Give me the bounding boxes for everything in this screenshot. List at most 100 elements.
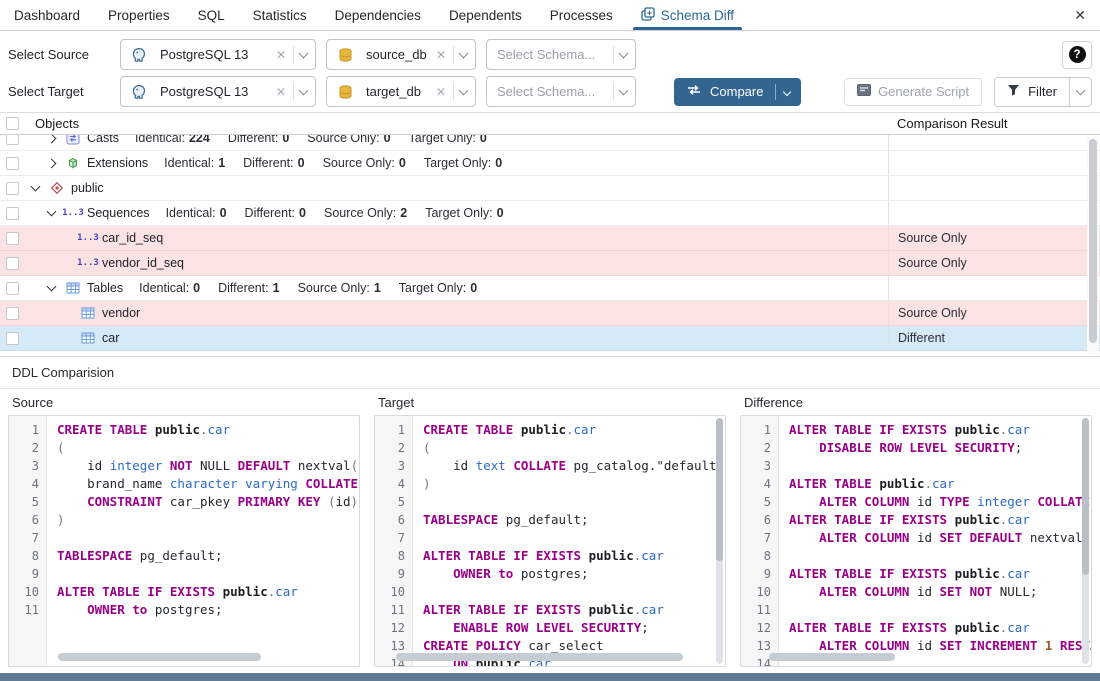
stat-different: Different:0 (243, 156, 304, 170)
scrollbar-thumb[interactable] (1089, 139, 1097, 343)
collapse-chevron-icon[interactable] (31, 182, 41, 192)
tab-properties[interactable]: Properties (94, 0, 184, 30)
generate-script-button[interactable]: Generate Script (844, 78, 982, 106)
comparison-result-cell (888, 276, 1086, 300)
filter-button[interactable]: Filter (995, 78, 1069, 106)
line-number-gutter: 1234567891011121314 (741, 416, 779, 666)
tab-dependents[interactable]: Dependents (435, 0, 536, 30)
filter-label: Filter (1028, 84, 1057, 99)
object-label: car_id_seq (102, 231, 163, 245)
table-row-Casts[interactable]: CastsIdentical:224Different:0Source Only… (0, 135, 1100, 151)
ddl-source-editor[interactable]: 1234567891011CREATE TABLE public.car( id… (8, 415, 360, 667)
table-row-vendor_id_seq[interactable]: 1..3vendor_id_seqSource Only (0, 251, 1100, 276)
source-database-select[interactable]: source_db ✕ (326, 39, 476, 70)
tab-schema-diff[interactable]: Schema Diff (627, 0, 748, 30)
clear-icon[interactable]: ✕ (271, 48, 291, 62)
clear-icon[interactable]: ✕ (431, 85, 451, 99)
tab-sql[interactable]: SQL (184, 0, 239, 30)
chevron-down-icon[interactable] (619, 48, 629, 58)
object-label: vendor_id_seq (102, 256, 184, 270)
horizontal-scrollbar[interactable] (769, 653, 895, 661)
comparison-stats: Identical:0Different:0Source Only:2Targe… (166, 206, 504, 220)
target-server-select[interactable]: PostgreSQL 13 ✕ (120, 76, 316, 107)
ddl-difference-editor[interactable]: 1234567891011121314ALTER TABLE IF EXISTS… (740, 415, 1092, 667)
row-checkbox[interactable] (6, 282, 19, 295)
row-checkbox[interactable] (6, 232, 19, 245)
comparison-results-table: Objects Comparison Result CastsIdentical… (0, 113, 1100, 357)
ddl-target-editor[interactable]: 1234567891011121314CREATE TABLE public.c… (374, 415, 726, 667)
row-checkbox[interactable] (6, 257, 19, 270)
table-row-Sequences[interactable]: 1..3SequencesIdentical:0Different:0Sourc… (0, 201, 1100, 226)
vertical-scrollbar[interactable] (1082, 418, 1089, 664)
sql-code: ALTER TABLE IF EXISTS public.car DISABLE… (779, 416, 1091, 666)
target-database-select[interactable]: target_db ✕ (326, 76, 476, 107)
row-checkbox[interactable] (6, 332, 19, 345)
divider (293, 46, 294, 63)
table-icon (80, 331, 96, 345)
stat-source-only: Source Only:0 (307, 135, 390, 145)
tables-icon (65, 281, 81, 295)
divider (775, 84, 776, 100)
row-checkbox[interactable] (6, 135, 19, 145)
collapse-chevron-icon[interactable] (47, 207, 57, 217)
chevron-down-icon[interactable] (459, 85, 469, 95)
tab-label: Processes (550, 8, 613, 23)
difference-pane-label: Difference (740, 395, 1092, 410)
expand-chevron-icon[interactable] (47, 135, 57, 143)
source-schema-select[interactable]: Select Schema... (486, 39, 636, 70)
generate-script-label: Generate Script (878, 84, 969, 99)
source-schema-placeholder: Select Schema... (497, 47, 595, 62)
help-icon: ? (1069, 46, 1086, 63)
table-icon (80, 306, 96, 320)
help-button[interactable]: ? (1062, 41, 1092, 69)
tab-dependencies[interactable]: Dependencies (321, 0, 435, 30)
chevron-down-icon[interactable] (619, 85, 629, 95)
table-row-car_id_seq[interactable]: 1..3car_id_seqSource Only (0, 226, 1100, 251)
tab-statistics[interactable]: Statistics (239, 0, 321, 30)
row-checkbox[interactable] (6, 182, 19, 195)
sql-code: CREATE TABLE public.car( id text COLLATE… (413, 416, 725, 666)
source-server-select[interactable]: PostgreSQL 13 ✕ (120, 39, 316, 70)
table-row-car[interactable]: carDifferent (0, 326, 1100, 351)
casts-icon (65, 135, 81, 145)
select-all-checkbox[interactable] (6, 117, 19, 130)
horizontal-scrollbar[interactable] (396, 653, 683, 661)
tab-dashboard[interactable]: Dashboard (0, 0, 94, 30)
expand-chevron-icon[interactable] (47, 158, 57, 168)
schema-diff-icon (641, 7, 655, 24)
tab-processes[interactable]: Processes (536, 0, 627, 30)
clear-icon[interactable]: ✕ (271, 85, 291, 99)
comparison-result-cell: Source Only (888, 251, 1086, 275)
compare-button[interactable]: Compare (674, 78, 801, 106)
table-row-Extensions[interactable]: ExtensionsIdentical:1Different:0Source O… (0, 151, 1100, 176)
horizontal-scrollbar[interactable] (58, 653, 261, 661)
scrollbar-thumb[interactable] (1082, 418, 1089, 575)
clear-icon[interactable]: ✕ (431, 48, 451, 62)
row-checkbox[interactable] (6, 307, 19, 320)
table-row-public[interactable]: public (0, 176, 1100, 201)
collapse-chevron-icon[interactable] (47, 282, 57, 292)
close-icon[interactable]: ✕ (1060, 0, 1100, 30)
schema-diff-panel: Dashboard Properties SQL Statistics Depe… (0, 0, 1100, 681)
sql-code: CREATE TABLE public.car( id integer NOT … (47, 416, 359, 666)
ddl-panes: 1234567891011CREATE TABLE public.car( id… (0, 415, 1100, 673)
stat-target-only: Target Only:0 (399, 281, 477, 295)
filter-dropdown-button[interactable] (1069, 78, 1091, 106)
divider (613, 46, 614, 63)
chevron-down-icon[interactable] (299, 48, 309, 58)
divider (293, 83, 294, 100)
row-checkbox[interactable] (6, 157, 19, 170)
target-schema-select[interactable]: Select Schema... (486, 76, 636, 107)
vertical-scrollbar[interactable] (1087, 137, 1099, 354)
line-number-gutter: 1234567891011121314 (375, 416, 413, 666)
chevron-down-icon[interactable] (783, 87, 791, 95)
scrollbar-thumb[interactable] (716, 418, 723, 561)
table-row-vendor[interactable]: vendorSource Only (0, 301, 1100, 326)
vertical-scrollbar[interactable] (716, 418, 723, 664)
comparison-result-cell: Source Only (888, 226, 1086, 250)
chevron-down-icon[interactable] (299, 85, 309, 95)
ddl-comparison-title: DDL Comparision (0, 357, 1100, 389)
chevron-down-icon[interactable] (459, 48, 469, 58)
table-row-Tables[interactable]: TablesIdentical:0Different:1Source Only:… (0, 276, 1100, 301)
row-checkbox[interactable] (6, 207, 19, 220)
